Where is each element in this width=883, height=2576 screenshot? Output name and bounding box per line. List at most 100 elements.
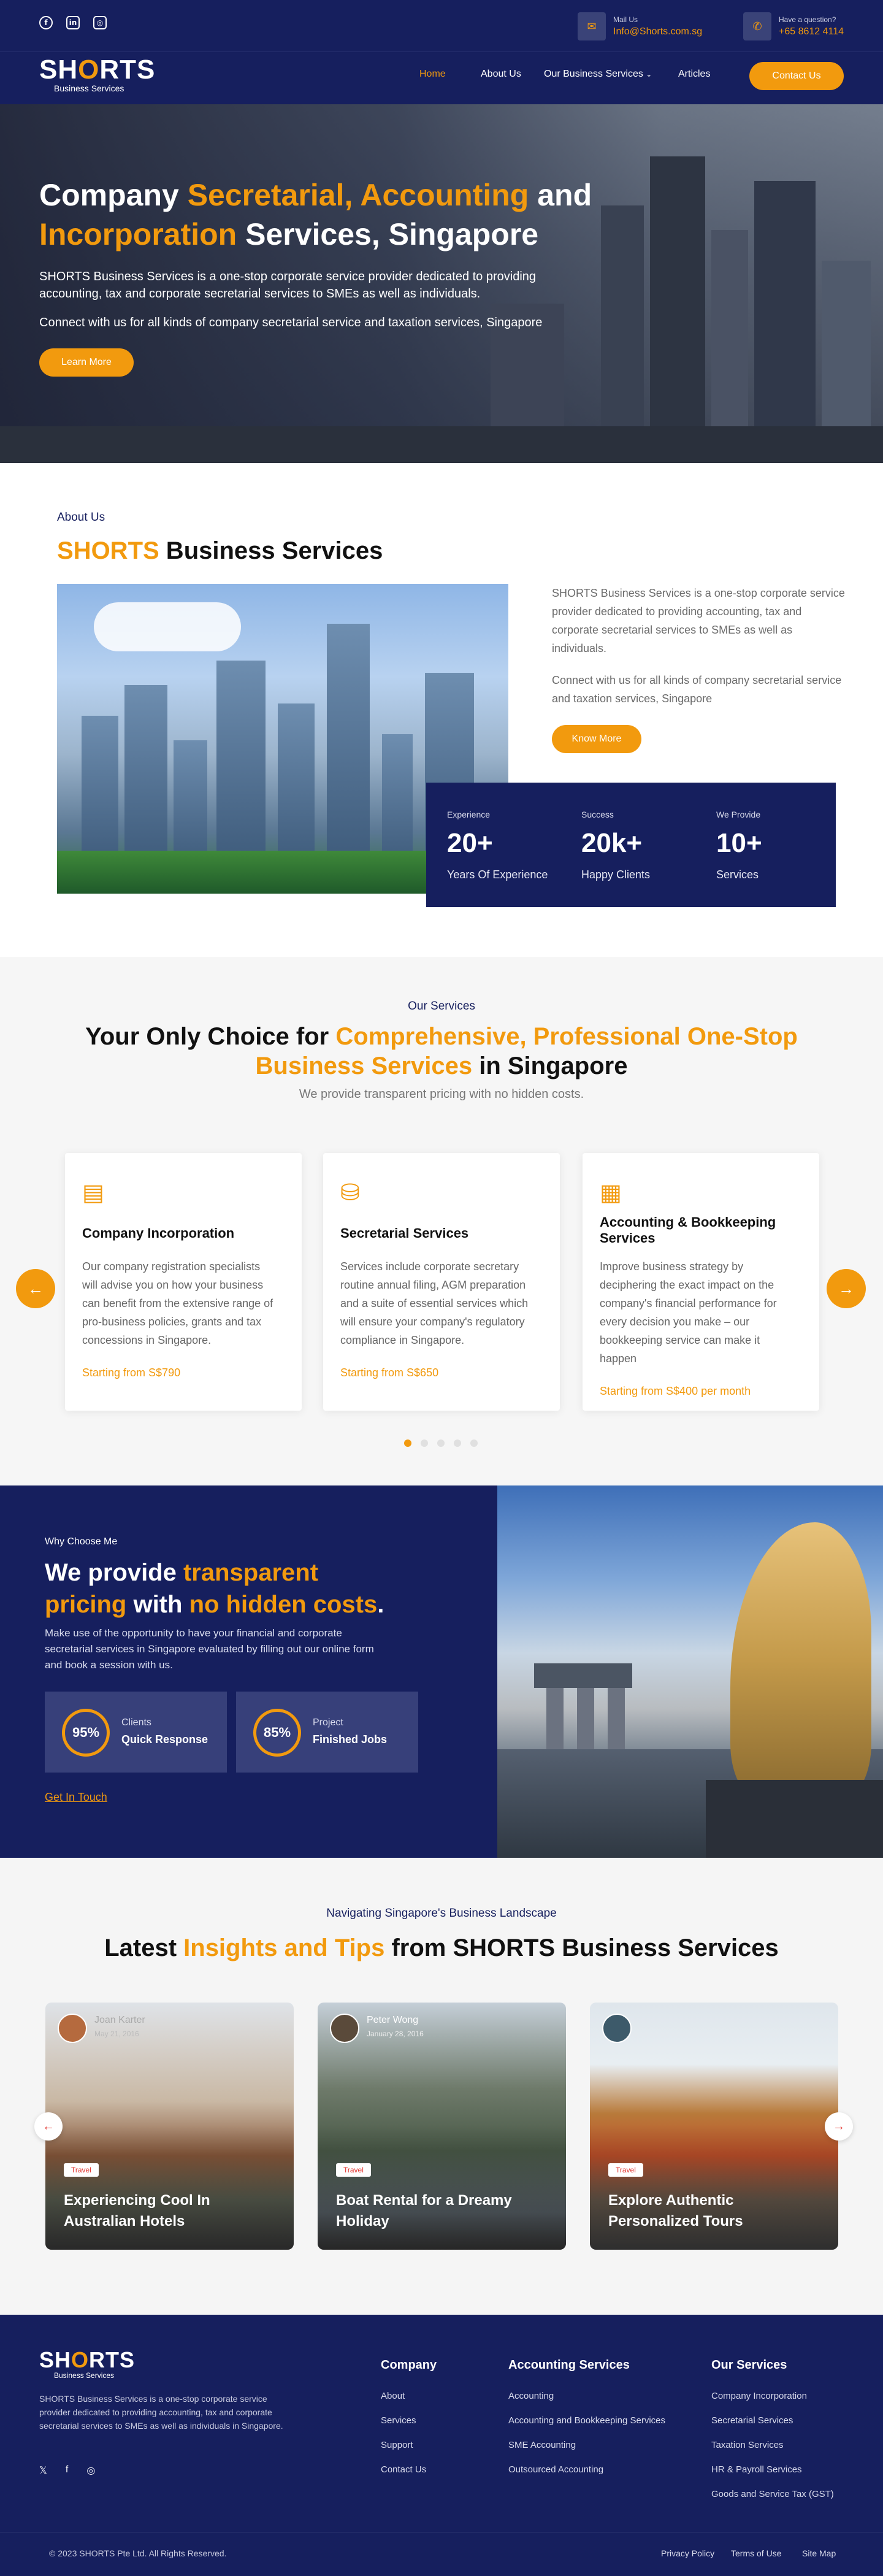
footer-link[interactable]: Taxation Services	[711, 2440, 784, 2450]
phone-contact[interactable]: ✆ Have a question? +65 8612 4114	[743, 12, 844, 40]
progress-label: Clients	[121, 1717, 151, 1728]
hero-title-part: Services, Singapore	[237, 217, 539, 251]
service-card[interactable]: ▤ Company Incorporation Our company regi…	[65, 1153, 302, 1411]
get-in-touch-link[interactable]: Get In Touch	[45, 1791, 107, 1804]
post-tag[interactable]: Travel	[336, 2163, 371, 2177]
footer-logo[interactable]: SHORTS Business Services	[39, 2349, 135, 2380]
why-paragraph: Make use of the opportunity to have your…	[45, 1627, 374, 1671]
post-date: January 28, 2016	[367, 2030, 424, 2038]
post-tag[interactable]: Travel	[608, 2163, 643, 2177]
social-links: f in ◎	[39, 16, 107, 29]
carousel-dot[interactable]	[454, 1439, 461, 1447]
know-more-button[interactable]: Know More	[552, 725, 641, 753]
progress-value: Quick Response	[121, 1733, 208, 1746]
footer-link[interactable]: Support	[381, 2440, 413, 2450]
carousel-next-button[interactable]: →	[827, 1269, 866, 1308]
nav-articles[interactable]: Articles	[678, 69, 710, 80]
footer-about: SHORTS Business Services is a one-stop c…	[39, 2394, 283, 2431]
stat-label: Services	[716, 868, 759, 881]
site-map-link[interactable]: Site Map	[802, 2548, 836, 2558]
hero-paragraph: SHORTS Business Services is a one-stop c…	[39, 270, 537, 301]
nav-about[interactable]: About Us	[481, 69, 521, 80]
facebook-icon[interactable]: f	[66, 2464, 68, 2477]
carousel-dot[interactable]	[437, 1439, 445, 1447]
about-building	[327, 624, 370, 869]
post-tag[interactable]: Travel	[64, 2163, 99, 2177]
service-card[interactable]: ▦ Accounting & Bookkeeping Services Impr…	[583, 1153, 819, 1411]
why-title-highlight: pricing	[45, 1591, 127, 1618]
post-author: Joan Karter	[94, 2015, 145, 2025]
post-date: May 21, 2016	[94, 2030, 139, 2038]
mail-contact[interactable]: ✉ Mail Us Info@Shorts.com.sg	[578, 12, 702, 40]
chevron-down-icon: ⌄	[646, 70, 652, 79]
carousel-prev-button[interactable]: ←	[16, 1269, 55, 1308]
footer-link[interactable]: Accounting and Bookkeeping Services	[508, 2415, 665, 2426]
blog-card[interactable]: Travel Explore Authentic Personalized To…	[590, 2003, 838, 2250]
about-kicker: About Us	[57, 511, 105, 524]
stat-kicker: We Provide	[716, 810, 761, 819]
twitter-icon[interactable]: 𝕏	[39, 2464, 47, 2477]
mail-label: Mail Us	[613, 15, 638, 24]
top-bar: f in ◎ ✉ Mail Us Info@Shorts.com.sg ✆ Ha…	[0, 0, 883, 52]
service-card[interactable]: ⛁ Secretarial Services Services include …	[323, 1153, 560, 1411]
stat-success: Success 20k+ Happy Clients	[581, 810, 650, 881]
footer-link[interactable]: Contact Us	[381, 2464, 426, 2475]
contact-us-button[interactable]: Contact Us	[749, 62, 844, 90]
stat-kicker: Success	[581, 810, 614, 819]
avatar	[330, 2014, 359, 2043]
footer-link[interactable]: About	[381, 2391, 405, 2401]
briefcase-icon: ⛁	[340, 1180, 360, 1206]
about-building	[174, 740, 207, 869]
footer-link[interactable]: SME Accounting	[508, 2440, 576, 2450]
footer-col-title: Company	[381, 2358, 437, 2372]
blog-card[interactable]: Joan Karter May 21, 2016 Travel Experien…	[45, 2003, 294, 2250]
post-author: Peter Wong	[367, 2015, 419, 2025]
post-title[interactable]: Explore Authentic Personalized Tours	[608, 2190, 823, 2232]
why-title-highlight: transparent	[183, 1559, 319, 1586]
phone-value[interactable]: +65 8612 4114	[779, 26, 844, 37]
about-paragraph: Connect with us for all kinds of company…	[552, 674, 842, 705]
services-title-part: Your Only Choice for	[85, 1023, 336, 1050]
hero-building	[754, 181, 816, 463]
facebook-icon[interactable]: f	[39, 16, 53, 29]
nav-services[interactable]: Our Business Services ⌄	[544, 69, 652, 80]
logo-wordmark: SHORTS	[39, 55, 156, 85]
footer-link[interactable]: Accounting	[508, 2391, 554, 2401]
footer-link[interactable]: Outsourced Accounting	[508, 2464, 603, 2475]
why-title-part: with	[126, 1591, 189, 1618]
brand-logo[interactable]: SHORTS Business Services	[39, 55, 156, 94]
mail-value[interactable]: Info@Shorts.com.sg	[613, 26, 702, 37]
service-card-price: Starting from S$650	[340, 1367, 439, 1379]
service-card-desc: Services include corporate secretary rou…	[340, 1260, 529, 1346]
avatar	[58, 2014, 87, 2043]
terms-link[interactable]: Terms of Use	[731, 2548, 781, 2558]
learn-more-button[interactable]: Learn More	[39, 348, 134, 377]
footer-link[interactable]: Company Incorporation	[711, 2391, 807, 2401]
footer-link[interactable]: Services	[381, 2415, 416, 2426]
instagram-icon[interactable]: ◎	[93, 16, 107, 29]
blog-card[interactable]: Peter Wong January 28, 2016 Travel Boat …	[318, 2003, 566, 2250]
merlion-base	[706, 1780, 883, 1858]
privacy-policy-link[interactable]: Privacy Policy	[661, 2548, 714, 2558]
insights-title-highlight: Insights and Tips	[183, 1934, 385, 1961]
blog-next-button[interactable]: →	[825, 2112, 853, 2141]
nav-services-label: Our Business Services	[544, 69, 643, 79]
about-title-rest: Business Services	[159, 537, 383, 564]
carousel-dot-active[interactable]	[404, 1439, 411, 1447]
carousel-dot[interactable]	[421, 1439, 428, 1447]
mail-icon: ✉	[578, 12, 606, 40]
footer-link[interactable]: Secretarial Services	[711, 2415, 793, 2426]
blog-prev-button[interactable]: ←	[34, 2112, 63, 2141]
footer-link[interactable]: HR & Payroll Services	[711, 2464, 802, 2475]
insights-title-part: from SHORTS Business Services	[384, 1934, 779, 1961]
instagram-icon[interactable]: ◎	[86, 2464, 95, 2477]
post-title[interactable]: Experiencing Cool In Australian Hotels	[64, 2190, 278, 2232]
post-title[interactable]: Boat Rental for a Dreamy Holiday	[336, 2190, 551, 2232]
carousel-dot[interactable]	[470, 1439, 478, 1447]
nav-home[interactable]: Home	[419, 69, 446, 80]
linkedin-icon[interactable]: in	[66, 16, 80, 29]
footer-link[interactable]: Goods and Service Tax (GST)	[711, 2489, 834, 2499]
phone-label: Have a question?	[779, 15, 836, 24]
stats-panel: Experience 20+ Years Of Experience Succe…	[426, 783, 836, 907]
stat-label: Happy Clients	[581, 868, 651, 881]
